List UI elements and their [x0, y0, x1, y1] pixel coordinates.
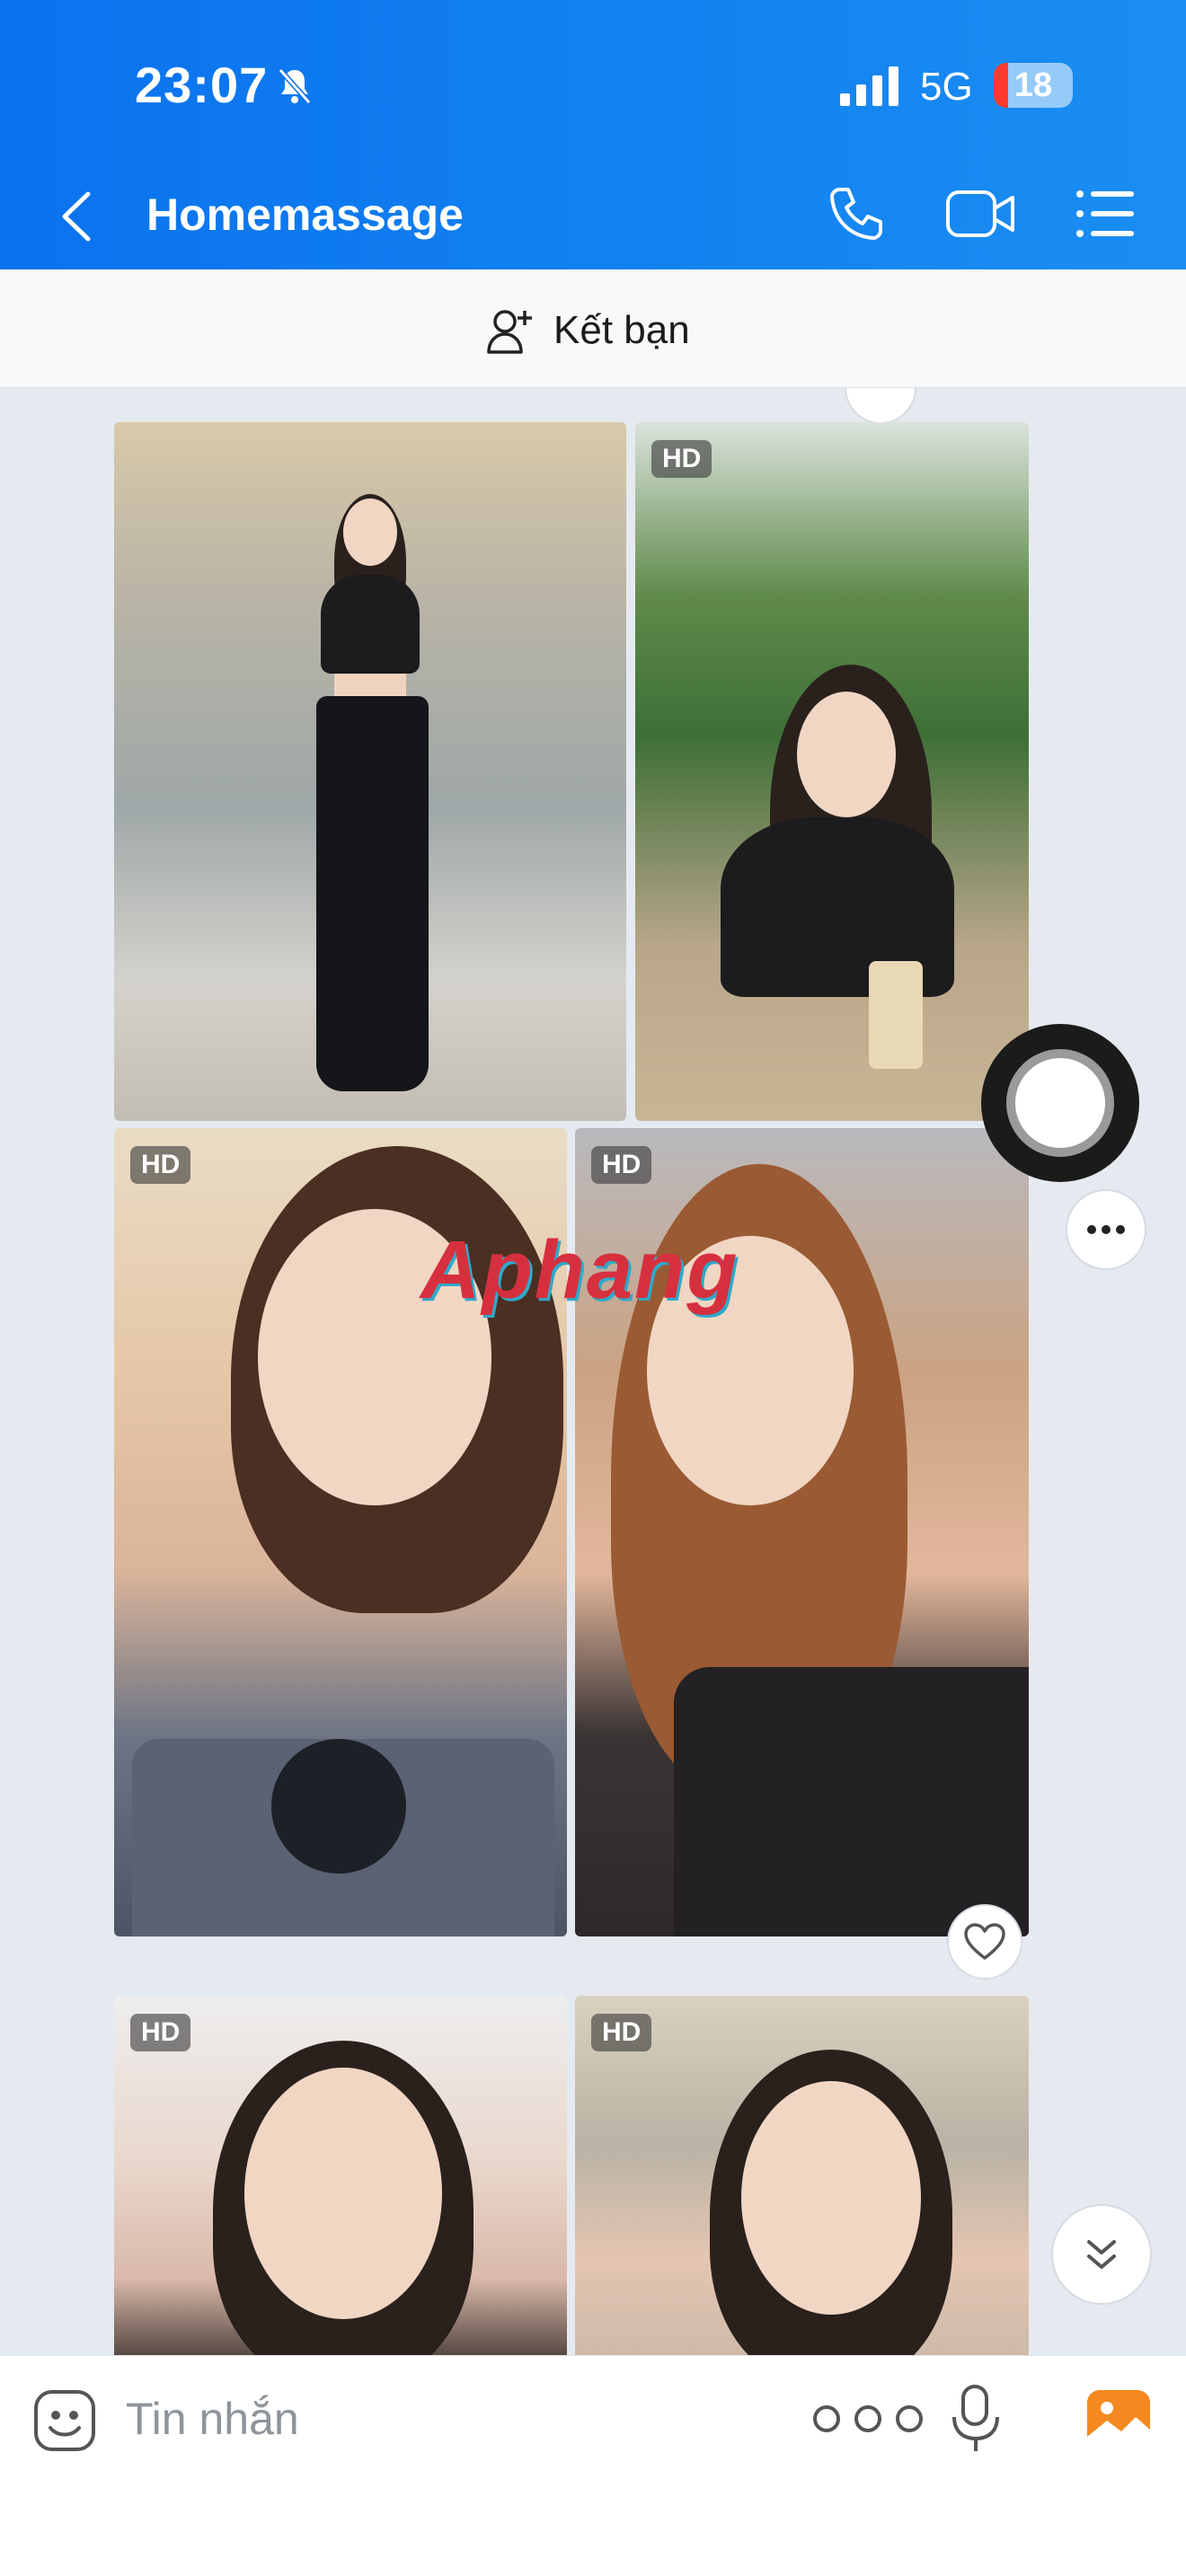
- figure-face: [741, 2081, 921, 2315]
- gallery-icon[interactable]: [1085, 2388, 1152, 2451]
- status-bar: 23:07 5G 18: [0, 0, 1186, 171]
- hd-badge: HD: [651, 440, 712, 478]
- hd-badge: HD: [130, 1146, 191, 1184]
- video-icon[interactable]: [945, 187, 1015, 241]
- flower-brooch: [271, 1739, 406, 1874]
- status-time: 23:07: [135, 57, 269, 113]
- add-friend-icon: [487, 310, 532, 354]
- page-title: Homemassage: [146, 190, 464, 240]
- sticker-icon[interactable]: [32, 2388, 97, 2453]
- photo-mall[interactable]: [114, 422, 626, 1121]
- nav-bar: Homemassage: [0, 171, 1186, 269]
- voice-text-icon[interactable]: [951, 2383, 1001, 2455]
- message-input[interactable]: [126, 2383, 755, 2455]
- scroll-to-bottom-button[interactable]: [1051, 2204, 1152, 2305]
- more-options-button[interactable]: [1066, 1189, 1146, 1270]
- photo-selfie-3[interactable]: HD: [114, 1996, 567, 2355]
- add-friend-bar[interactable]: Kết bạn: [0, 269, 1186, 388]
- figure-top: [321, 575, 420, 674]
- drink-glass: [869, 961, 923, 1069]
- react-heart-button[interactable]: [947, 1904, 1022, 1980]
- network-type: 5G: [920, 65, 973, 109]
- hd-badge: HD: [130, 2014, 191, 2051]
- more-icon: [1087, 1225, 1125, 1234]
- add-friend-button[interactable]: Kết bạn: [485, 304, 690, 357]
- battery-indicator: 18: [994, 63, 1073, 108]
- photo-cafe[interactable]: HD: [635, 422, 1029, 1121]
- add-friend-label: Kết bạn: [553, 308, 690, 352]
- scroll-up-button[interactable]: [845, 388, 916, 424]
- figure-jeans: [316, 696, 429, 1091]
- figure-top: [674, 1667, 1029, 1936]
- figure-face: [244, 2068, 442, 2319]
- assistive-touch-button[interactable]: [981, 1024, 1139, 1182]
- chevron-double-down-icon: [1087, 2240, 1116, 2269]
- message-composer: [0, 2355, 1186, 2576]
- assistive-touch-ring: [1006, 1049, 1114, 1157]
- more-dots-icon[interactable]: [809, 2401, 927, 2437]
- phone-icon[interactable]: [825, 184, 884, 243]
- photo-selfie-4[interactable]: HD: [575, 1996, 1029, 2355]
- header: 23:07 5G 18 Homemassage: [0, 0, 1186, 269]
- figure-face: [797, 692, 896, 817]
- figure-face: [343, 498, 397, 566]
- chat-area[interactable]: HD HD HD Aphang HD HD: [0, 388, 1186, 2355]
- signal-icon: [840, 66, 898, 106]
- list-icon[interactable]: [1075, 187, 1136, 241]
- hd-badge: HD: [591, 1146, 652, 1184]
- hd-badge: HD: [591, 2014, 652, 2051]
- watermark: Aphang: [420, 1224, 739, 1316]
- heart-icon: [964, 1923, 1005, 1960]
- bell-slash-icon: [278, 68, 312, 104]
- battery-percent: 18: [1013, 66, 1053, 104]
- back-icon[interactable]: [56, 187, 97, 246]
